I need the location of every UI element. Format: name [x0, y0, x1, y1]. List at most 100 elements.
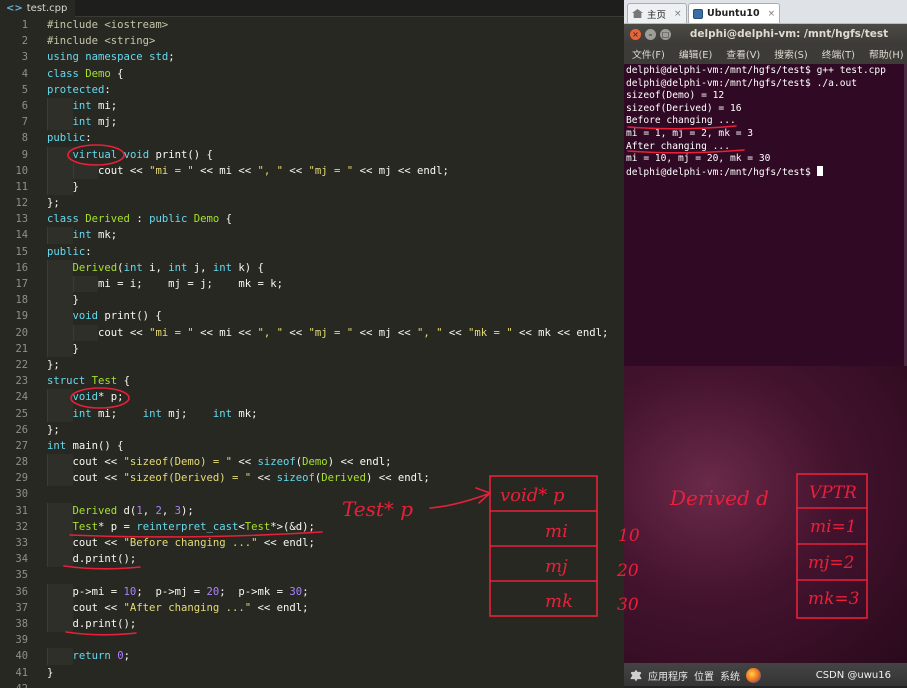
menu-view[interactable]: 查看(V): [718, 47, 766, 61]
home-icon: [632, 9, 643, 18]
code-line[interactable]: 10 cout << "mi = " << mi << ", " << "mj …: [0, 162, 624, 179]
code-line[interactable]: 32 Test* p = reinterpret_cast<Test*>(&d)…: [0, 518, 624, 535]
code-line[interactable]: 14 int mk;: [0, 227, 624, 244]
code-text: };: [47, 358, 60, 371]
code-line[interactable]: 33 cout << "Before changing ..." << endl…: [0, 535, 624, 552]
line-number: 6: [21, 99, 28, 112]
vm-tab-label: 主页: [647, 9, 667, 21]
code-line[interactable]: 37 cout << "After changing ..." << endl;: [0, 599, 624, 616]
close-icon[interactable]: ×: [674, 9, 682, 19]
code-text: int main() {: [47, 439, 124, 452]
code-line[interactable]: 23 struct Test {: [0, 373, 624, 389]
menu-file[interactable]: 文件(F): [624, 47, 671, 61]
line-number: 10: [15, 164, 28, 177]
code-line[interactable]: 16 Derived(int i, int j, int k) {: [0, 259, 624, 276]
code-line[interactable]: 6 int mi;: [0, 97, 624, 115]
line-number: 3: [21, 51, 28, 64]
line-number: 35: [15, 569, 28, 582]
line-number: 16: [15, 261, 28, 274]
code-line[interactable]: 9 virtual void print() {: [0, 146, 624, 163]
tab-label: test.cpp: [26, 3, 68, 14]
code-text: #include <iostream>: [47, 19, 169, 31]
code-line[interactable]: 15 public:: [0, 244, 624, 260]
menu-edit[interactable]: 编辑(E): [671, 47, 718, 61]
code-text: p->mi = 10; p->mj = 20; p->mk = 30;: [47, 585, 309, 598]
code-line[interactable]: 36 p->mi = 10; p->mj = 20; p->mk = 30;: [0, 583, 624, 600]
vm-tab-home[interactable]: 主页 ×: [627, 3, 687, 23]
code-text: mi = i; mj = j; mk = k;: [47, 278, 283, 290]
code-line[interactable]: 30: [0, 486, 624, 502]
code-line[interactable]: 29 cout << "sizeof(Derived) = " << sizeo…: [0, 470, 624, 487]
menu-places[interactable]: 位置: [694, 668, 720, 683]
menu-applications[interactable]: 应用程序: [648, 668, 694, 683]
line-number: 34: [15, 553, 28, 566]
code-line[interactable]: 18 }: [0, 292, 624, 309]
terminal-title-bar[interactable]: × – □ delphi@delphi-vm: /mnt/hgfs/test: [624, 24, 907, 44]
code-text: int mi; int mj; int mk;: [72, 407, 258, 420]
code-text: virtual void print() {: [72, 148, 213, 161]
code-line[interactable]: 41}: [0, 665, 624, 681]
ubuntu-desktop: [624, 366, 907, 663]
vm-tab-ubuntu10[interactable]: Ubuntu10 ×: [688, 3, 781, 23]
close-icon[interactable]: ×: [768, 9, 776, 19]
code-line[interactable]: 17 mi = i; mj = j; mk = k;: [0, 276, 624, 293]
ubuntu-logo-icon: [630, 669, 642, 682]
code-text: #include <string>: [47, 35, 156, 48]
code-text: cout << "sizeof(Derived) = " << sizeof(D…: [47, 472, 430, 485]
line-number: 21: [15, 342, 28, 355]
line-number: 33: [15, 537, 28, 549]
code-line[interactable]: 4 class Demo {: [0, 66, 624, 82]
code-text: d.print();: [47, 553, 137, 566]
code-text: public:: [47, 132, 92, 145]
terminal-prompt-line: delphi@delphi-vm:/mnt/hgfs/test$: [626, 165, 907, 179]
menu-terminal[interactable]: 终端(T): [814, 47, 861, 61]
code-line[interactable]: 24 void* p;: [0, 389, 624, 406]
code-text: cout << "After changing ..." << endl;: [47, 601, 309, 614]
code-line[interactable]: 28 cout << "sizeof(Demo) = " << sizeof(D…: [0, 454, 624, 471]
code-line[interactable]: 42: [0, 681, 624, 688]
code-line[interactable]: 35: [0, 567, 624, 583]
code-line[interactable]: 11 }: [0, 178, 624, 196]
code-line[interactable]: 22};: [0, 357, 624, 373]
code-line[interactable]: 38 d.print();: [0, 615, 624, 633]
code-line[interactable]: 7 int mj;: [0, 114, 624, 131]
code-text: void print() {: [72, 310, 162, 323]
firefox-icon[interactable]: [746, 668, 761, 683]
line-number: 14: [15, 229, 28, 242]
window-minimize-button[interactable]: –: [645, 28, 656, 40]
code-line[interactable]: 5 protected:: [0, 82, 624, 98]
tab-test-cpp[interactable]: <> test.cpp: [0, 0, 76, 17]
code-line[interactable]: 25 int mi; int mj; int mk;: [0, 405, 624, 422]
code-text: int mk;: [72, 229, 118, 242]
code-editor[interactable]: <> test.cpp 1 #include <iostream> 2 #includ…: [0, 0, 624, 688]
code-line[interactable]: 27 int main() {: [0, 438, 624, 454]
code-area[interactable]: 1 #include <iostream> 2 #include <string> 3 u…: [0, 17, 624, 688]
line-number: 30: [15, 488, 28, 501]
code-line[interactable]: 20 cout << "mi = " << mi << ", " << "mj …: [0, 324, 624, 341]
code-line[interactable]: 3 using namespace std;: [0, 49, 624, 65]
code-line[interactable]: 39: [0, 632, 624, 648]
cpp-file-icon: <>: [6, 3, 23, 14]
code-line[interactable]: 34 d.print();: [0, 551, 624, 568]
code-line[interactable]: 1 #include <iostream>: [0, 17, 624, 33]
terminal-line: sizeof(Demo) = 12: [626, 90, 725, 102]
code-line[interactable]: 8 public:: [0, 130, 624, 146]
code-line[interactable]: 13 class Derived : public Demo {: [0, 211, 624, 227]
code-line[interactable]: 31 Derived d(1, 2, 3);: [0, 502, 624, 519]
line-number: 1: [21, 19, 28, 31]
terminal-prompt: delphi@delphi-vm:/mnt/hgfs/test$: [626, 166, 817, 178]
line-number: 38: [15, 617, 28, 630]
code-line[interactable]: 2 #include <string>: [0, 33, 624, 49]
menu-help[interactable]: 帮助(H): [861, 47, 907, 61]
window-maximize-button[interactable]: □: [660, 28, 671, 40]
menu-search[interactable]: 搜索(S): [766, 47, 813, 61]
code-line[interactable]: 21 }: [0, 340, 624, 357]
code-line[interactable]: 26};: [0, 422, 624, 438]
code-text: void* p;: [72, 391, 124, 404]
code-line[interactable]: 12};: [0, 195, 624, 211]
menu-system[interactable]: 系统: [720, 668, 746, 683]
terminal-output[interactable]: delphi@delphi-vm:/mnt/hgfs/test$ g++ tes…: [624, 64, 907, 366]
code-line[interactable]: 40 return 0;: [0, 648, 624, 665]
window-close-button[interactable]: ×: [630, 28, 641, 40]
code-line[interactable]: 19 void print() {: [0, 308, 624, 325]
